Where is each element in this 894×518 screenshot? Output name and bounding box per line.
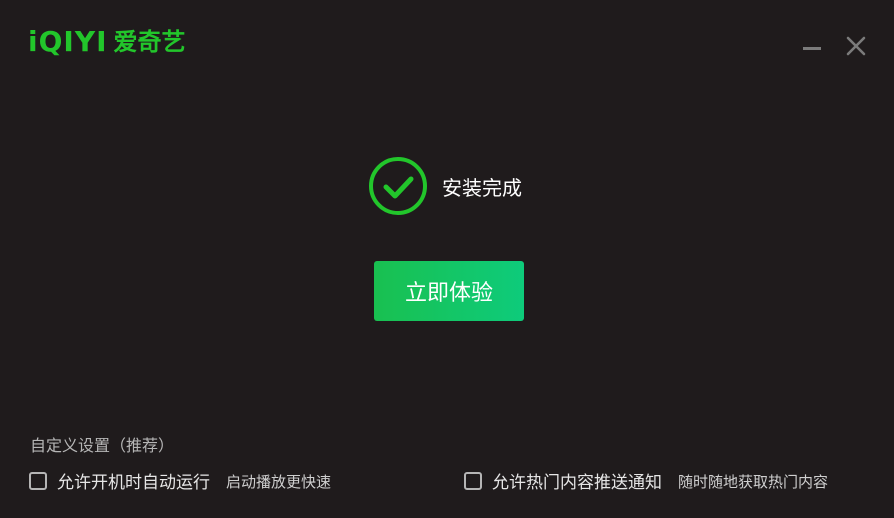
autostart-checkbox[interactable] [29,471,47,490]
minimize-icon [803,47,821,50]
push-notification-hint: 随时随地获取热门内容 [678,473,829,491]
push-notification-checkbox[interactable] [464,471,482,490]
close-button[interactable] [844,34,868,58]
launch-now-button[interactable]: 立即体验 [374,261,524,321]
autostart-label: 允许开机时自动运行 [57,473,210,493]
logo-cjk-text: 爱奇艺 [113,28,186,56]
check-circle-icon [369,157,427,215]
status-text: 安装完成 [442,175,522,200]
autostart-option[interactable]: 允许开机时自动运行 启动播放更快速 [29,468,331,493]
push-notification-label: 允许热门内容推送通知 [492,473,662,493]
autostart-hint: 启动播放更快速 [226,473,332,491]
installer-window: iQIYI 爱奇艺 安装完成 立即体验 自定义设置（推荐） 允许开机时自动运行 … [0,0,894,518]
logo-latin-text: iQIYI [28,25,108,58]
install-status: 安装完成 [368,156,522,216]
push-notification-option[interactable]: 允许热门内容推送通知 随时随地获取热门内容 [464,468,828,493]
minimize-button[interactable] [800,34,824,58]
custom-settings-title: 自定义设置（推荐） [30,436,175,455]
app-logo: iQIYI 爱奇艺 [28,28,186,56]
window-controls [800,34,868,58]
close-icon [846,36,866,56]
